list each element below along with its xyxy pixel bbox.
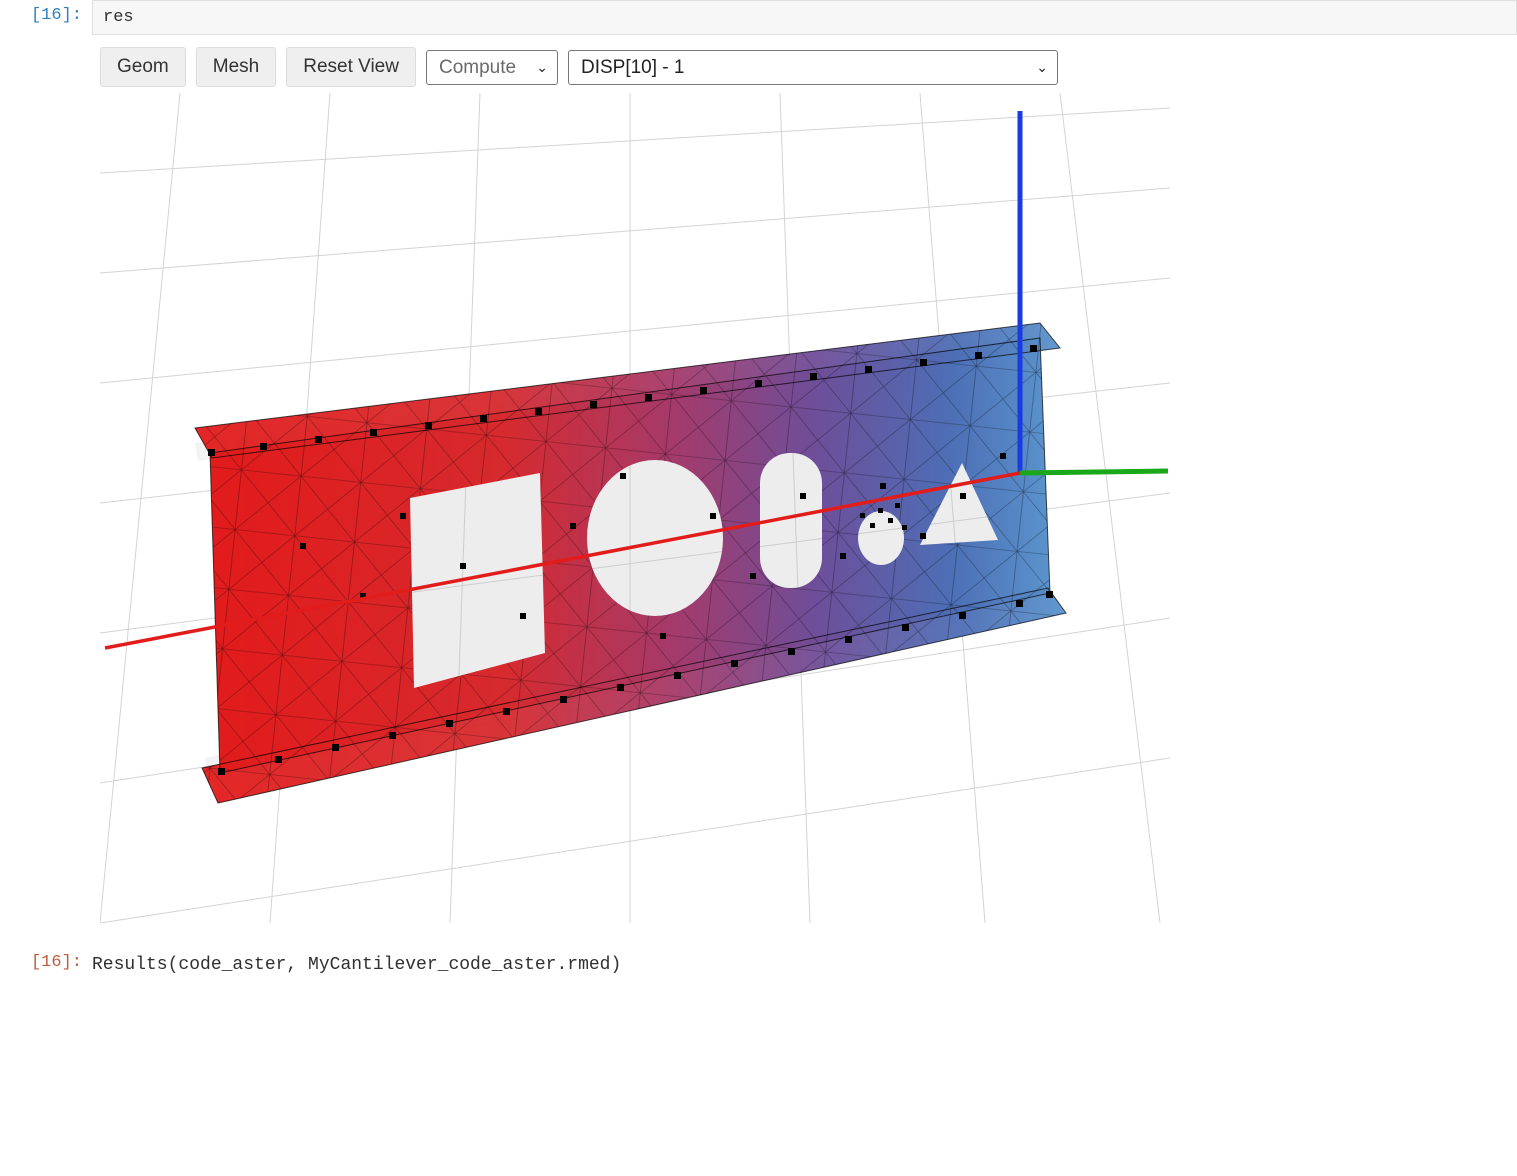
code-cell-input: [16]: res <box>0 0 1517 35</box>
field-select-wrap: DISP[10] - 1 ⌄ <box>568 50 1058 85</box>
compute-select-wrap: Compute ⌄ <box>426 50 558 85</box>
code-cell-output: [16]: Results(code_aster, MyCantilever_c… <box>0 947 1517 983</box>
output-widget: Geom Mesh Reset View Compute ⌄ DISP[10] … <box>0 47 1517 923</box>
mesh-button[interactable]: Mesh <box>196 47 276 87</box>
compute-select[interactable]: Compute <box>426 50 558 85</box>
code-editor[interactable]: res <box>92 0 1517 35</box>
3d-viewport[interactable] <box>100 93 1170 923</box>
viewer-toolbar: Geom Mesh Reset View Compute ⌄ DISP[10] … <box>100 47 1517 87</box>
field-select[interactable]: DISP[10] - 1 <box>568 50 1058 85</box>
output-text: Results(code_aster, MyCantilever_code_as… <box>92 947 621 983</box>
reset-view-button[interactable]: Reset View <box>286 47 416 87</box>
geom-button[interactable]: Geom <box>100 47 186 87</box>
input-prompt: [16]: <box>0 0 92 29</box>
axis-y <box>1020 471 1168 473</box>
output-prompt: [16]: <box>0 947 92 976</box>
